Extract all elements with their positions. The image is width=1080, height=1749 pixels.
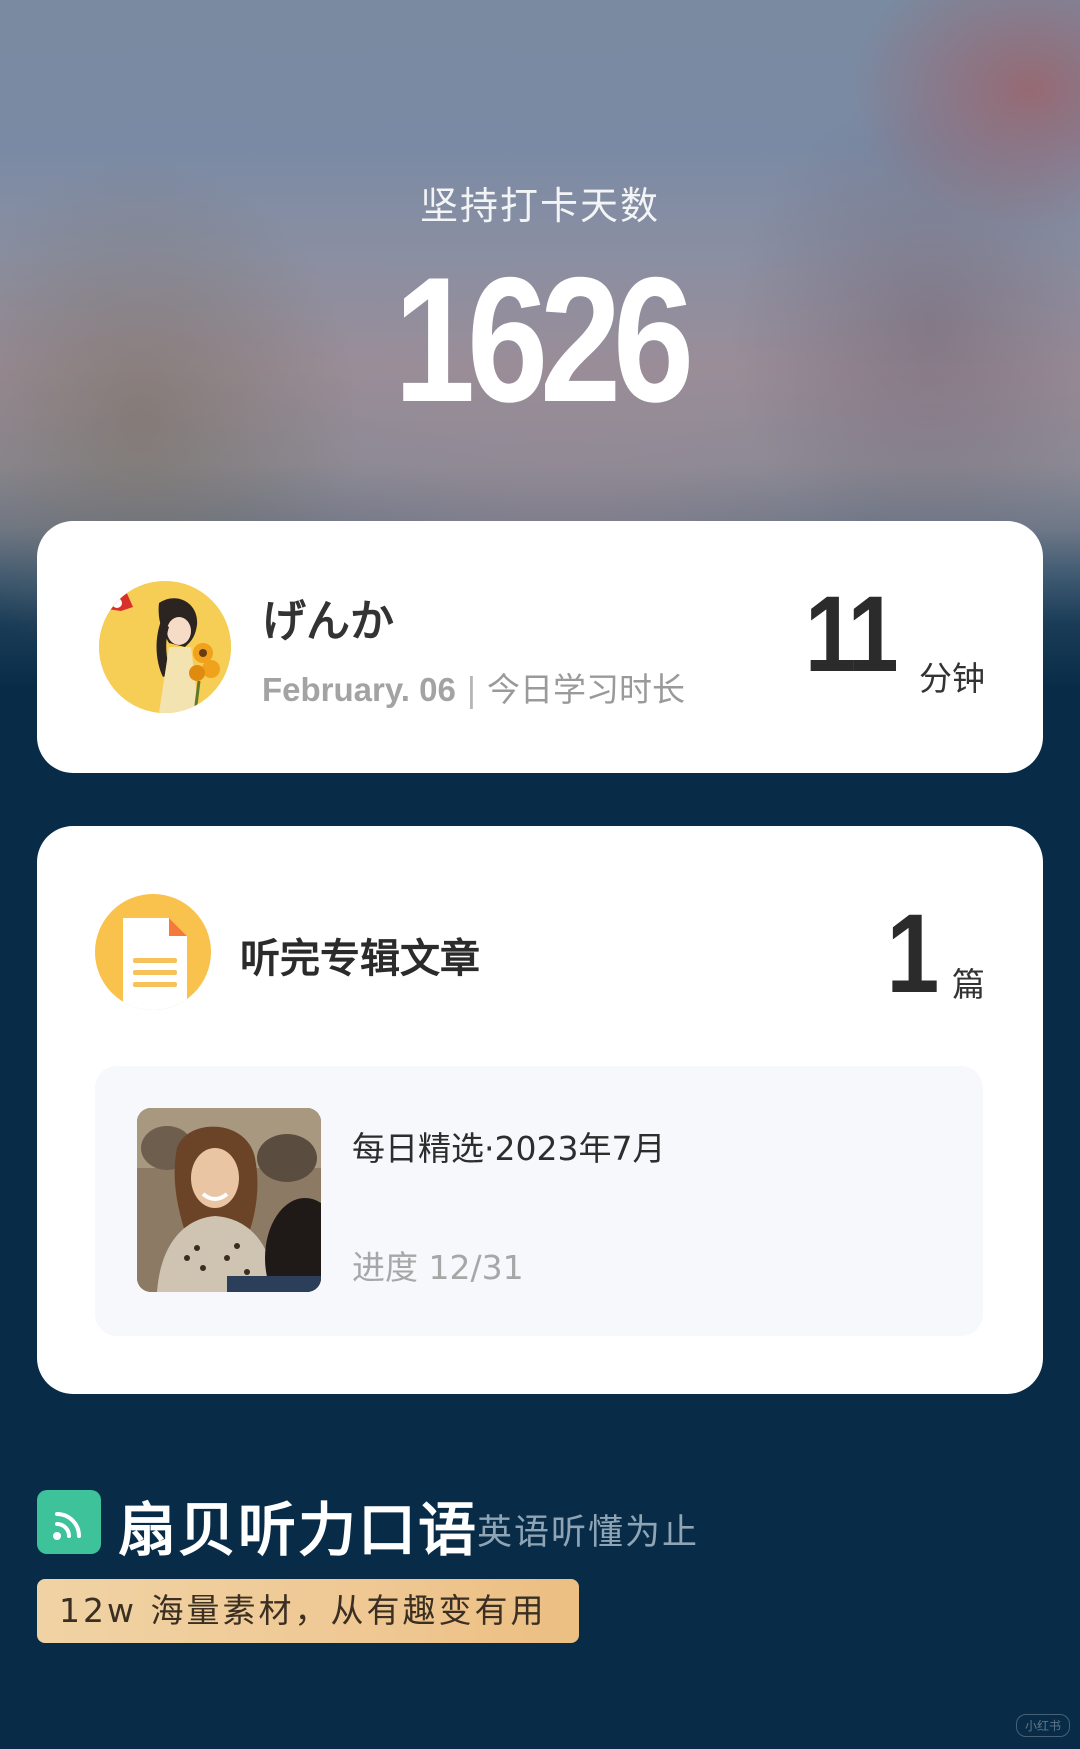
study-minutes-unit: 分钟 [919, 659, 985, 698]
profile-card: げんか February. 06 | 今日学习时长 11 分钟 [37, 521, 1043, 773]
album-list-item[interactable]: 每日精选·2023年7月 进度 12/31 [95, 1066, 983, 1336]
brand-tagline: 12w 海量素材，从有趣变有用 [37, 1579, 579, 1643]
date-line: February. 06 | 今日学习时长 [262, 663, 685, 711]
date-text: February. 06 [262, 671, 456, 708]
avatar[interactable] [99, 581, 231, 713]
avatar-illustration [99, 581, 231, 713]
study-minutes-value: 11 [804, 573, 899, 694]
today-study-label: 今日学习时长 [486, 670, 685, 709]
streak-days: 1626 [394, 240, 694, 439]
album-title: 听完专辑文章 [240, 936, 480, 982]
watermark: 小红书 [1015, 1714, 1070, 1737]
document-icon [95, 894, 211, 1010]
date-separator: | [465, 670, 477, 709]
album-item-title: 每日精选·2023年7月 [352, 1129, 666, 1168]
album-item-progress: 进度 12/31 [352, 1248, 524, 1287]
album-thumbnail [137, 1108, 321, 1292]
username: げんか [262, 596, 394, 647]
streak-label: 坚持打卡天数 [419, 184, 660, 228]
album-card: 听完专辑文章 1 篇 每日精选·2023年7月 进度 12/31 [37, 826, 1043, 1394]
brand-name: 扇贝听力口语 [118, 1496, 479, 1564]
wifi-logo-icon [37, 1490, 101, 1554]
album-count-value: 1 [886, 891, 939, 1016]
brand-slogan: 英语听懂为止 [477, 1513, 700, 1553]
album-count-unit: 篇 [952, 965, 985, 1004]
